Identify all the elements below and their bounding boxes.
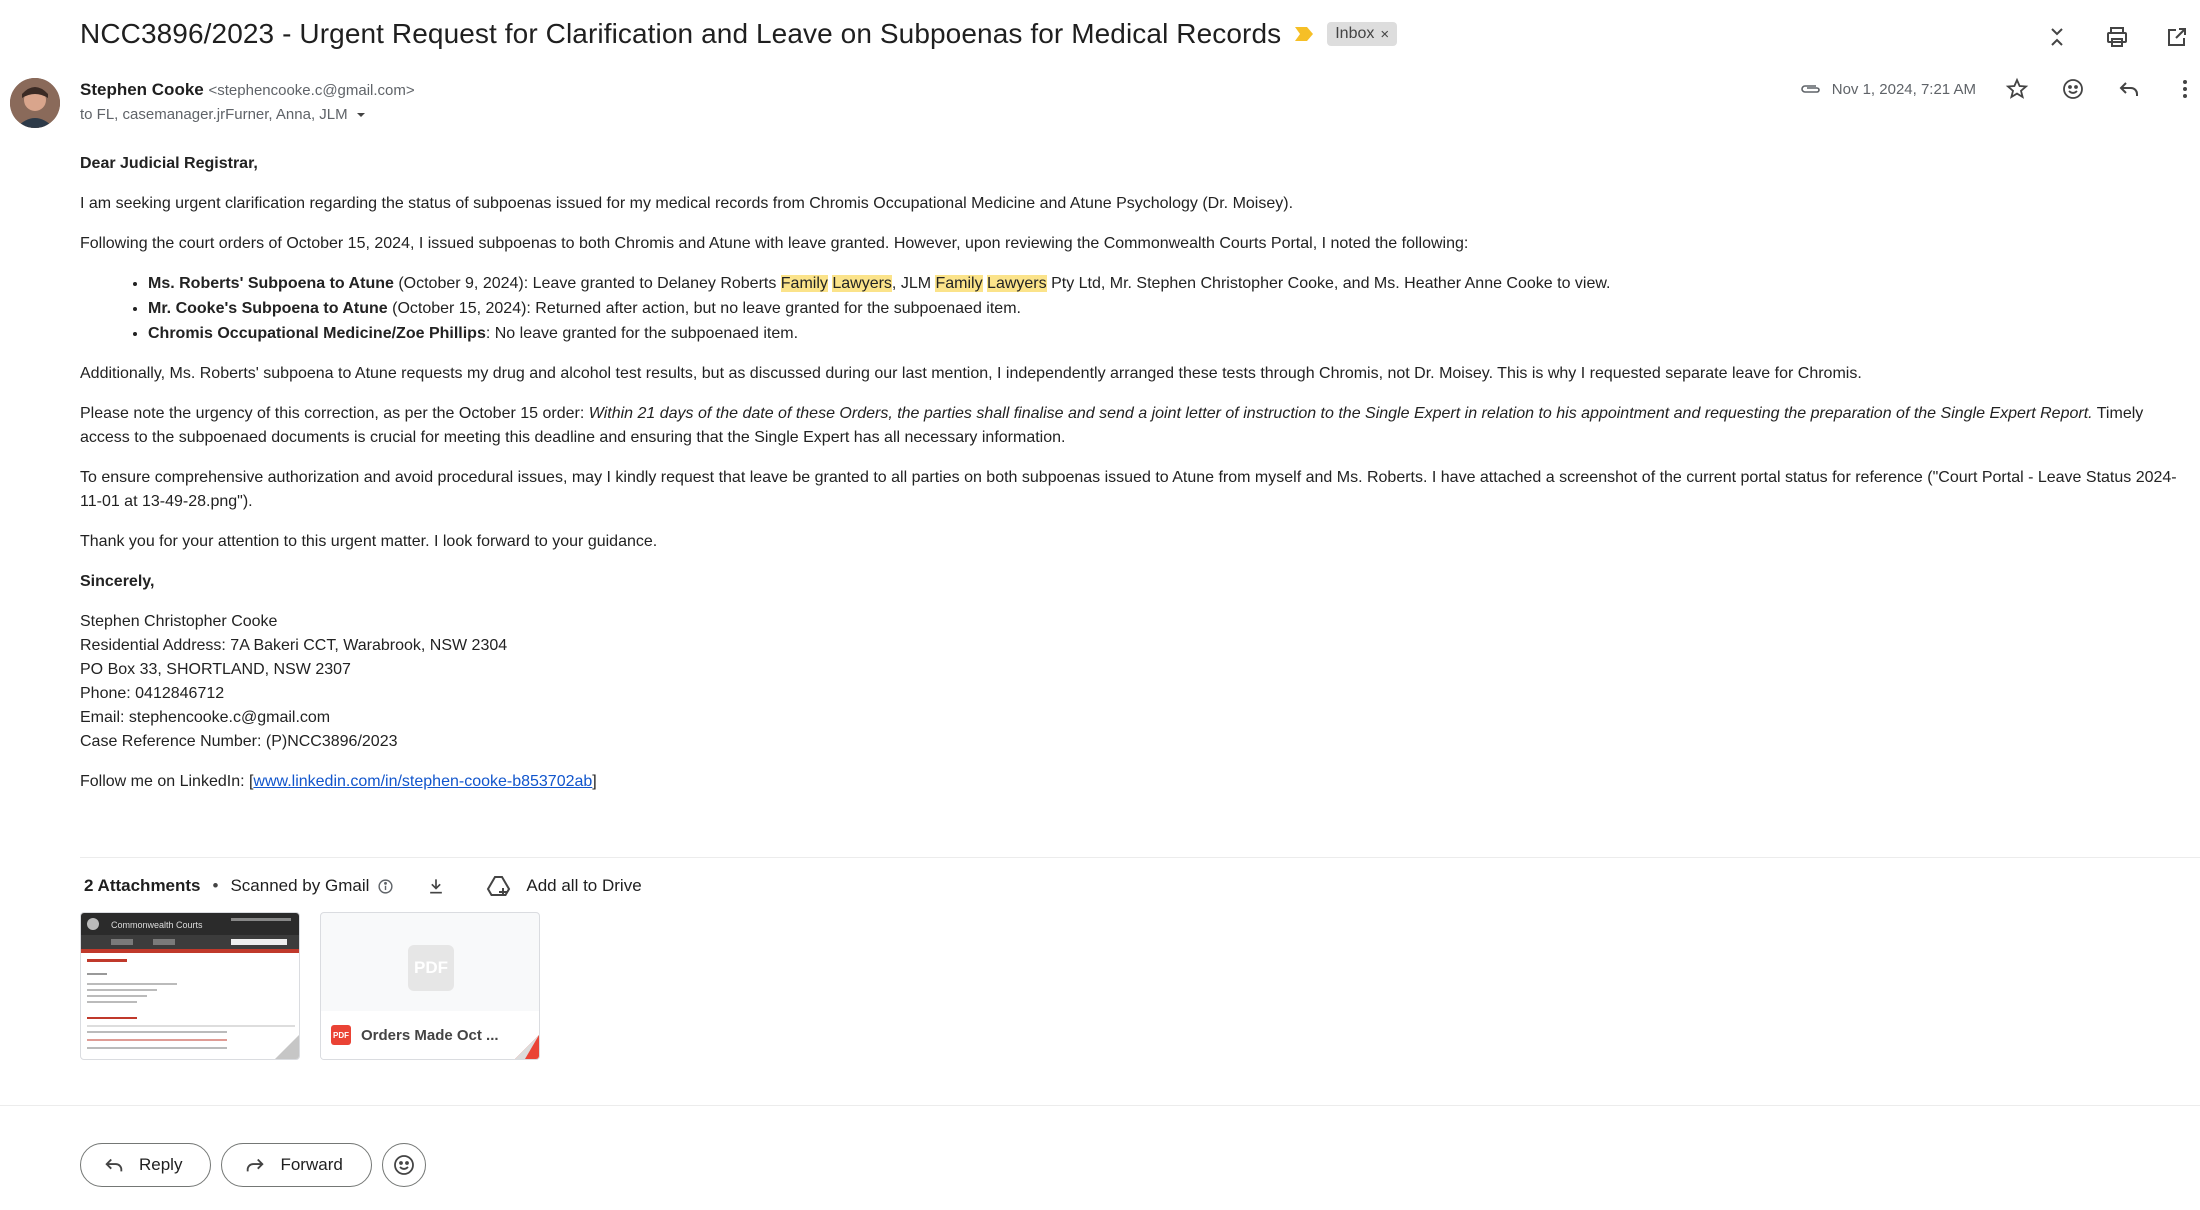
print-icon[interactable] xyxy=(2102,22,2132,52)
reply-icon[interactable] xyxy=(2114,74,2144,104)
reply-icon xyxy=(105,1158,123,1172)
subpoena-list: Ms. Roberts' Subpoena to Atune (October … xyxy=(148,272,2190,346)
collapse-icon[interactable] xyxy=(2042,22,2072,52)
pdf-file-icon: PDF xyxy=(331,1025,351,1045)
divider xyxy=(0,1105,2200,1106)
reply-button[interactable]: Reply xyxy=(80,1143,212,1187)
search-highlight: Family xyxy=(780,275,828,292)
paragraph-6: Thank you for your attention to this urg… xyxy=(80,533,658,550)
open-new-window-icon[interactable] xyxy=(2162,22,2192,52)
greeting: Dear Judicial Registrar, xyxy=(80,155,258,172)
list-item: Mr. Cooke's Subpoena to Atune (October 1… xyxy=(148,297,2190,321)
sender-email: <stephencooke.c@gmail.com> xyxy=(208,82,415,99)
paragraph-5: To ensure comprehensive authorization an… xyxy=(80,469,2177,510)
pdf-placeholder-icon: PDF xyxy=(408,945,454,991)
inbox-label-text: Inbox xyxy=(1335,25,1375,42)
scanned-by-gmail: Scanned by Gmail xyxy=(230,876,370,895)
paragraph-4: Please note the urgency of this correcti… xyxy=(80,405,2144,446)
remove-label-button[interactable]: × xyxy=(1380,26,1389,43)
pdf-caption: PDF Orders Made Oct ... xyxy=(321,1011,539,1059)
list-item: Chromis Occupational Medicine/Zoe Philli… xyxy=(148,322,2190,346)
info-icon[interactable] xyxy=(377,878,394,895)
attachments-count: 2 Attachments xyxy=(84,876,201,895)
avatar[interactable] xyxy=(10,78,60,128)
paragraph-2: Following the court orders of October 15… xyxy=(80,235,1469,252)
important-marker-icon[interactable] xyxy=(1295,27,1314,41)
subject-row: NCC3896/2023 - Urgent Request for Clarif… xyxy=(80,18,1398,50)
emoji-reaction-button[interactable] xyxy=(381,1143,426,1187)
sender-line: Stephen Cooke <stephencooke.c@gmail.com> xyxy=(80,80,415,100)
email-body: Dear Judicial Registrar, I am seeking ur… xyxy=(80,152,2190,810)
linkedin-line: Follow me on LinkedIn: [www.linkedin.com… xyxy=(80,773,597,790)
divider xyxy=(80,857,2200,858)
email-subject: NCC3896/2023 - Urgent Request for Clarif… xyxy=(80,18,1282,49)
star-icon[interactable] xyxy=(2002,74,2032,104)
add-all-to-drive-button[interactable]: Add all to Drive xyxy=(486,874,642,898)
list-item: Ms. Roberts' Subpoena to Atune (October … xyxy=(148,272,2190,296)
search-highlight: Family xyxy=(935,275,983,292)
attachment-filename: Orders Made Oct ... xyxy=(361,1026,499,1044)
forward-icon xyxy=(247,1158,265,1172)
message-meta: Nov 1, 2024, 7:21 AM xyxy=(1800,74,2200,104)
inbox-label-chip[interactable]: Inbox × xyxy=(1327,22,1398,46)
emoji-icon xyxy=(393,1155,414,1175)
linkedin-link[interactable]: www.linkedin.com/in/stephen-cooke-b85370… xyxy=(253,773,592,790)
recipients-text: to FL, casemanager.jrFurner, Anna, JLM xyxy=(80,106,348,123)
chevron-down-icon[interactable] xyxy=(354,108,368,122)
download-icon[interactable] xyxy=(426,876,446,896)
search-highlight: Lawyers xyxy=(987,275,1047,292)
message-date: Nov 1, 2024, 7:21 AM xyxy=(1831,80,1976,98)
top-actions xyxy=(2042,22,2192,52)
attachment-thumbnail-pdf[interactable]: PDF PDF Orders Made Oct ... xyxy=(320,912,540,1060)
paragraph-3: Additionally, Ms. Roberts' subpoena to A… xyxy=(80,365,1862,382)
closing: Sincerely, xyxy=(80,573,155,590)
search-highlight: Lawyers xyxy=(832,275,892,292)
sender-name[interactable]: Stephen Cooke xyxy=(80,80,204,99)
signature: Stephen Christopher Cooke Residential Ad… xyxy=(80,613,508,750)
date-wrap: Nov 1, 2024, 7:21 AM xyxy=(1800,81,1976,98)
recipients: to FL, casemanager.jrFurner, Anna, JLM xyxy=(80,106,368,123)
more-icon[interactable] xyxy=(2170,74,2200,104)
paragraph-1: I am seeking urgent clarification regard… xyxy=(80,195,1294,212)
page-fold-icon xyxy=(515,1035,539,1059)
page-fold-icon xyxy=(275,1035,299,1059)
add-to-drive-icon xyxy=(487,876,511,896)
attachment-icon xyxy=(1801,85,1820,93)
emoji-icon[interactable] xyxy=(2058,74,2088,104)
thumb-header-text: Commonwealth Courts xyxy=(111,920,203,930)
portal-screenshot-preview: Commonwealth Courts xyxy=(81,913,299,1049)
attachment-thumbnail-image[interactable]: Commonwealth Courts xyxy=(80,912,300,1060)
forward-button[interactable]: Forward xyxy=(221,1143,372,1187)
attachments-header: 2 Attachments • Scanned by Gmail Add all… xyxy=(84,874,642,898)
reply-actions: Reply Forward xyxy=(80,1143,426,1187)
